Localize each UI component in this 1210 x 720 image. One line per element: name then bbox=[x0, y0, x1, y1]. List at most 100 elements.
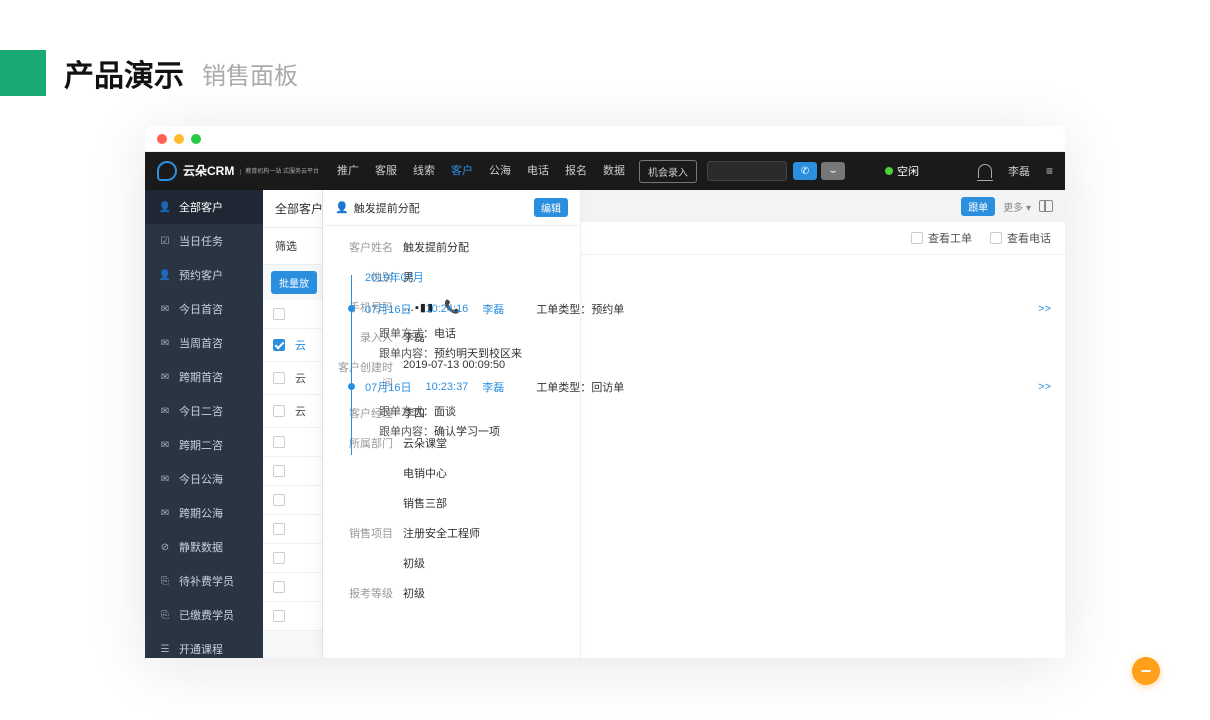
call-buttons: ✆ ⌣ bbox=[793, 162, 845, 180]
edit-button[interactable]: 编辑 bbox=[534, 198, 568, 217]
nav-service[interactable]: 客服 bbox=[367, 152, 405, 190]
list-row[interactable] bbox=[263, 515, 322, 544]
sidebar-item-appointment[interactable]: 👤 预约客户 bbox=[145, 258, 263, 292]
list-row[interactable] bbox=[263, 573, 322, 602]
sidebar-item-today-tasks[interactable]: ☑当日任务 bbox=[145, 224, 263, 258]
hamburger-icon[interactable]: ≡ bbox=[1046, 164, 1053, 178]
logo[interactable]: 云朵CRM 教育机构一站 式服务云平台 bbox=[157, 161, 329, 181]
view-calls-checkbox[interactable]: 查看电话 bbox=[990, 230, 1051, 246]
opportunity-entry-button[interactable]: 机会录入 bbox=[639, 160, 697, 183]
timeline-entry[interactable]: 07月16日 10:23:37 李磊 工单类型：回访单 >> 跟单方式：面谈 跟… bbox=[347, 373, 1051, 451]
row-checkbox[interactable] bbox=[273, 494, 285, 506]
nav-leads[interactable]: 线索 bbox=[405, 152, 443, 190]
list-row[interactable]: 云 bbox=[263, 395, 322, 428]
sidebar-item-label: 预约客户 bbox=[179, 267, 223, 283]
row-checkbox[interactable] bbox=[273, 523, 285, 535]
logo-caption: 教育机构一站 式服务云平台 bbox=[240, 169, 319, 175]
sidebar-item-cross-second[interactable]: ✉跨期二咨 bbox=[145, 428, 263, 462]
row-checkbox[interactable] bbox=[273, 405, 285, 417]
status-label: 空闲 bbox=[897, 163, 919, 179]
content-value: 预约明天到校区来 bbox=[434, 348, 522, 360]
minimize-window-icon[interactable] bbox=[174, 134, 184, 144]
call-button[interactable]: ✆ bbox=[793, 162, 817, 180]
sidebar-item-silent[interactable]: ⊘静默数据 bbox=[145, 530, 263, 564]
view-tickets-checkbox[interactable]: 查看工单 bbox=[911, 230, 972, 246]
list-row[interactable] bbox=[263, 602, 322, 631]
sidebar-item-label: 开通课程 bbox=[179, 641, 223, 657]
field-value: 电销中心 bbox=[403, 465, 568, 481]
sidebar-item-all-customers[interactable]: 👤全部客户 bbox=[145, 190, 263, 224]
sidebar-item-pending-pay[interactable]: ⎘待补费学员 bbox=[145, 564, 263, 598]
user-solid-icon: 👤 bbox=[335, 201, 349, 214]
sidebar-item-label: 静默数据 bbox=[179, 539, 223, 555]
field-project-level: 初级 bbox=[335, 548, 568, 578]
list-row[interactable] bbox=[263, 544, 322, 573]
filter-label[interactable]: 筛选 bbox=[275, 241, 297, 253]
more-dropdown[interactable]: 更多 ▾ bbox=[1003, 199, 1031, 214]
row-checkbox[interactable] bbox=[273, 372, 285, 384]
field-exam-level: 报考等级初级 bbox=[335, 578, 568, 608]
row-checkbox[interactable] bbox=[273, 581, 285, 593]
sidebar-item-cross-first[interactable]: ✉跨期首咨 bbox=[145, 360, 263, 394]
row-checkbox[interactable] bbox=[273, 436, 285, 448]
customer-list-column: 全部客户 筛选 批量放 云 云 云 云 bbox=[263, 190, 323, 658]
mail-icon: ✉ bbox=[159, 473, 171, 485]
content-value: 确认学习一项 bbox=[434, 426, 500, 438]
notifications-icon[interactable] bbox=[978, 164, 992, 178]
nav-enroll[interactable]: 报名 bbox=[557, 152, 595, 190]
checkbox-icon bbox=[990, 232, 1002, 244]
list-row[interactable] bbox=[263, 486, 322, 515]
row-checkbox[interactable] bbox=[273, 465, 285, 477]
nav-pool[interactable]: 公海 bbox=[481, 152, 519, 190]
close-window-icon[interactable] bbox=[157, 134, 167, 144]
row-checkbox[interactable] bbox=[273, 552, 285, 564]
agent-status[interactable]: 空闲 bbox=[885, 163, 919, 179]
layout-toggle-icon[interactable] bbox=[1039, 200, 1053, 212]
entry-type: 工单类型：回访单 bbox=[536, 379, 624, 395]
mail-icon: ✉ bbox=[159, 439, 171, 451]
sidebar-item-today-pool[interactable]: ✉今日公海 bbox=[145, 462, 263, 496]
row-checkbox[interactable] bbox=[273, 610, 285, 622]
view-opt-label: 查看工单 bbox=[928, 230, 972, 246]
timeline-entry[interactable]: 07月16日 10:24:16 李磊 工单类型：预约单 >> 跟单方式：电话 跟… bbox=[347, 295, 1051, 373]
detail-title: 👤 触发提前分配 bbox=[335, 200, 420, 216]
sidebar-item-label: 当日任务 bbox=[179, 233, 223, 249]
list-header: 全部客户 bbox=[263, 190, 322, 228]
sidebar-item-label: 跨期首咨 bbox=[179, 369, 223, 385]
list-row[interactable] bbox=[263, 457, 322, 486]
sidebar-item-cross-pool[interactable]: ✉跨期公海 bbox=[145, 496, 263, 530]
search-input[interactable] bbox=[707, 161, 787, 181]
sidebar-item-today-second[interactable]: ✉今日二咨 bbox=[145, 394, 263, 428]
customer-list: 云 云 云 云 bbox=[263, 300, 322, 631]
floating-action-button[interactable]: − bbox=[1132, 657, 1160, 685]
timeline: 2019年07月 07月16日 10:24:16 李磊 工单类型：预约单 >> … bbox=[323, 255, 1065, 465]
expand-button[interactable]: >> bbox=[1038, 381, 1051, 393]
nav-data[interactable]: 数据 bbox=[595, 152, 633, 190]
sidebar-item-today-first[interactable]: ✉今日首咨 bbox=[145, 292, 263, 326]
select-all-checkbox[interactable] bbox=[273, 308, 285, 320]
top-navbar: 云朵CRM 教育机构一站 式服务云平台 推广 客服 线索 客户 公海 电话 报名… bbox=[145, 152, 1065, 190]
nav-phone[interactable]: 电话 bbox=[519, 152, 557, 190]
detail-header: 👤 触发提前分配 编辑 bbox=[323, 190, 580, 226]
list-row[interactable]: 云 bbox=[263, 428, 322, 457]
nav-customers[interactable]: 客户 bbox=[443, 152, 481, 190]
timeline-entry-head: 07月16日 10:24:16 李磊 工单类型：预约单 >> bbox=[365, 301, 1051, 317]
sidebar-item-paid[interactable]: ⎘已缴费学员 bbox=[145, 598, 263, 632]
sidebar-item-label: 待补费学员 bbox=[179, 573, 234, 589]
list-row[interactable]: 云 bbox=[263, 329, 322, 362]
list-icon: ☰ bbox=[159, 643, 171, 655]
sidebar-item-week-first[interactable]: ✉当周首咨 bbox=[145, 326, 263, 360]
maximize-window-icon[interactable] bbox=[191, 134, 201, 144]
sidebar-item-courses[interactable]: ☰ 开通课程 bbox=[145, 632, 263, 658]
batch-button[interactable]: 批量放 bbox=[271, 271, 317, 294]
list-row[interactable]: 云 bbox=[263, 362, 322, 395]
row-checkbox[interactable] bbox=[273, 339, 285, 351]
current-user[interactable]: 李磊 bbox=[1008, 163, 1030, 179]
view-options: 查看工单 查看电话 bbox=[911, 230, 1051, 246]
follow-button[interactable]: 跟单 bbox=[961, 197, 995, 216]
hangup-button[interactable]: ⌣ bbox=[821, 162, 845, 180]
nav-promote[interactable]: 推广 bbox=[329, 152, 367, 190]
expand-button[interactable]: >> bbox=[1038, 303, 1051, 315]
cloud-logo-icon bbox=[157, 161, 177, 181]
user-icon: 👤 bbox=[159, 269, 171, 281]
